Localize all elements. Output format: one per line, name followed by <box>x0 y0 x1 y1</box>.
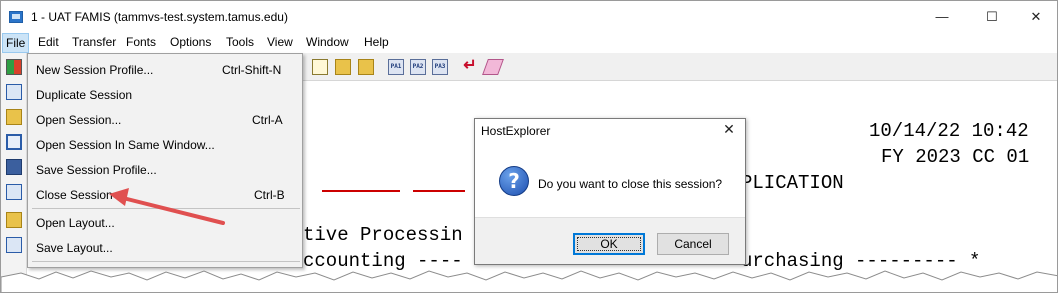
menu-options[interactable]: Options <box>170 35 211 49</box>
menu-item-label: Open Layout... <box>36 216 115 230</box>
menu-view[interactable]: View <box>267 35 293 49</box>
torn-edge-decoration <box>1 270 1057 292</box>
menu-item-duplicate-session[interactable]: Duplicate Session <box>28 83 302 107</box>
pa2-key-icon[interactable]: PA2 <box>410 59 426 75</box>
terminal-application-text: PLICATION <box>741 172 844 194</box>
menu-edit[interactable]: Edit <box>38 35 59 49</box>
terminal-fiscal-year: FY 2023 CC 01 <box>881 146 1030 168</box>
menu-item-label: Save Layout... <box>36 241 113 255</box>
dialog-close-icon[interactable]: ✕ <box>719 121 739 138</box>
menu-item-shortcut: Ctrl-A <box>252 113 283 127</box>
menu-item-label: Duplicate Session <box>36 88 133 102</box>
menu-item-close-session[interactable]: Close Session Ctrl-B <box>28 183 302 207</box>
minimize-button[interactable]: — <box>919 1 965 33</box>
dialog-title: HostExplorer <box>481 124 551 138</box>
close-session-dialog: HostExplorer ✕ ? Do you want to close th… <box>474 118 746 265</box>
edit-icon[interactable] <box>312 59 328 75</box>
send-file-icon[interactable] <box>358 59 374 75</box>
enter-key-icon[interactable]: ↵ <box>462 58 478 75</box>
new-session-icon <box>6 59 22 75</box>
menu-icon-strip <box>1 53 27 292</box>
menu-item-label: Open Session... <box>36 113 122 127</box>
menu-file[interactable]: File <box>2 33 30 53</box>
maximize-button[interactable]: ☐ <box>969 1 1015 33</box>
menu-separator <box>32 261 300 262</box>
menu-item-open-layout[interactable]: Open Layout... <box>28 211 302 235</box>
terminal-rule <box>413 190 465 192</box>
menu-item-new-session-profile[interactable]: New Session Profile... Ctrl-Shift-N <box>28 58 302 82</box>
menu-item-save-session-profile[interactable]: Save Session Profile... <box>28 158 302 182</box>
save-icon <box>6 159 22 175</box>
menu-window[interactable]: Window <box>306 35 349 49</box>
dialog-body: ? Do you want to close this session? <box>475 147 745 217</box>
window-title: 1 - UAT FAMIS (tammvs-test.system.tamus.… <box>31 10 288 24</box>
menu-item-shortcut: Ctrl-B <box>254 188 285 202</box>
open-folder-icon <box>6 109 22 125</box>
menu-item-shortcut: Ctrl-Shift-N <box>222 63 282 77</box>
menu-fonts[interactable]: Fonts <box>126 35 156 49</box>
menu-item-label: Save Session Profile... <box>36 163 157 177</box>
close-window-button[interactable]: ✕ <box>1013 1 1057 33</box>
cancel-button[interactable]: Cancel <box>657 233 729 255</box>
menu-item-label: New Session Profile... <box>36 63 154 77</box>
dialog-footer: OK Cancel <box>475 217 745 264</box>
app-window: 1 - UAT FAMIS (tammvs-test.system.tamus.… <box>0 0 1058 293</box>
menu-separator <box>32 208 300 209</box>
menu-item-open-session-same-window[interactable]: Open Session In Same Window... <box>28 133 302 157</box>
terminal-app-icon <box>9 11 23 23</box>
close-session-icon <box>6 184 22 200</box>
eraser-icon[interactable] <box>482 59 504 75</box>
terminal-processing-text: tive Processin <box>303 224 463 246</box>
file-menu-dropdown: New Session Profile... Ctrl-Shift-N Dupl… <box>27 53 303 268</box>
menu-item-save-layout[interactable]: Save Layout... <box>28 236 302 260</box>
title-bar: 1 - UAT FAMIS (tammvs-test.system.tamus.… <box>1 1 1057 33</box>
window-icon <box>6 134 22 150</box>
question-icon: ? <box>499 166 529 196</box>
menu-transfer[interactable]: Transfer <box>72 35 116 49</box>
pa3-key-icon[interactable]: PA3 <box>432 59 448 75</box>
duplicate-session-icon <box>6 84 22 100</box>
open-layout-icon <box>6 212 22 228</box>
menu-tools[interactable]: Tools <box>226 35 254 49</box>
menu-bar: File Edit Transfer Fonts Options Tools V… <box>1 33 1057 53</box>
menu-help[interactable]: Help <box>364 35 389 49</box>
menu-item-label: Open Session In Same Window... <box>36 138 215 152</box>
terminal-datetime: 10/14/22 10:42 <box>869 120 1029 142</box>
save-layout-icon <box>6 237 22 253</box>
ok-button[interactable]: OK <box>573 233 645 255</box>
menu-item-open-session[interactable]: Open Session... Ctrl-A <box>28 108 302 132</box>
pa1-key-icon[interactable]: PA1 <box>388 59 404 75</box>
dialog-message: Do you want to close this session? <box>538 177 723 191</box>
receive-file-icon[interactable] <box>335 59 351 75</box>
menu-item-label: Close Session <box>36 188 113 202</box>
terminal-rule <box>322 190 400 192</box>
